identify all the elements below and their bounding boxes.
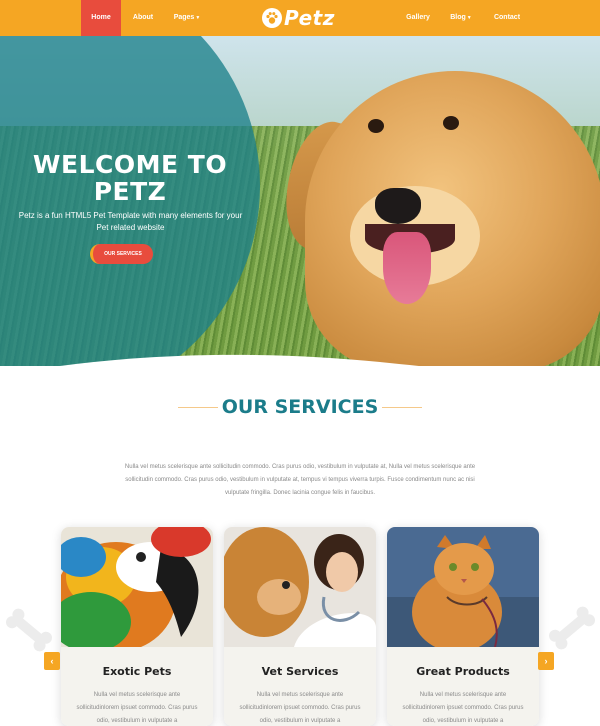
card-title: Exotic Pets xyxy=(102,665,172,678)
chevron-right-icon: › xyxy=(544,656,548,666)
service-card-exotic-pets[interactable]: Exotic Pets Nulla vel metus scelerisque … xyxy=(61,527,213,726)
nav-contact-label: Contact xyxy=(493,14,521,21)
nav-home-label: Home xyxy=(91,14,111,21)
hero-title-line2: PETZ xyxy=(93,177,167,206)
services-title: OUR SERVICES xyxy=(221,396,379,418)
logo-text: Petz xyxy=(284,6,335,30)
logo[interactable]: Petz xyxy=(262,4,335,32)
services-divider-right xyxy=(382,407,422,408)
nav-about[interactable]: About xyxy=(124,0,162,36)
chevron-left-icon: ‹ xyxy=(50,656,54,666)
card-title: Great Products xyxy=(416,665,510,678)
hero-title: WELCOME TO PETZ xyxy=(20,151,240,205)
parrot-image xyxy=(61,527,213,647)
service-card-vet-services[interactable]: Vet Services Nulla vel metus scelerisque… xyxy=(224,527,376,726)
hero-title-line1: WELCOME TO xyxy=(32,150,228,179)
dog-eye-left xyxy=(368,119,384,133)
nav-blog-label: Blog xyxy=(450,14,466,21)
our-services-button[interactable]: OUR SERVICES xyxy=(90,244,153,264)
service-card-great-products[interactable]: Great Products Nulla vel metus scelerisq… xyxy=(387,527,539,726)
card-text: Nulla vel metus scelerisque ante sollici… xyxy=(76,692,198,724)
card-title: Vet Services xyxy=(261,665,339,678)
caret-down-icon: ▼ xyxy=(466,15,472,21)
hero-wave-divider xyxy=(60,354,419,366)
services-header: OUR SERVICES xyxy=(0,393,600,421)
card-text: Nulla vel metus scelerisque ante sollici… xyxy=(402,692,524,724)
dog-eye-right xyxy=(443,116,459,130)
services-divider-left xyxy=(178,407,218,408)
bone-icon xyxy=(548,606,596,650)
caret-down-icon: ▼ xyxy=(195,15,201,21)
nav-pages-label: Pages xyxy=(173,14,195,21)
bone-icon xyxy=(5,608,53,652)
card-text: Nulla vel metus scelerisque ante sollici… xyxy=(239,692,361,724)
nav-contact[interactable]: Contact xyxy=(488,0,526,36)
nav-blog[interactable]: Blog▼ xyxy=(445,0,477,36)
nav-pages[interactable]: Pages▼ xyxy=(166,0,208,36)
top-navbar: Home About Pages▼ Petz Gallery Blog▼ Con… xyxy=(0,0,600,36)
carousel-prev-button[interactable]: ‹ xyxy=(44,652,60,670)
dog-tongue xyxy=(383,232,431,304)
cat-image xyxy=(387,527,539,647)
hero-subtitle: Petz is a fun HTML5 Pet Template with ma… xyxy=(18,211,243,232)
carousel-next-button[interactable]: › xyxy=(538,652,554,670)
dog-nose xyxy=(375,188,421,224)
services-description: Nulla vel metus scelerisque ante sollici… xyxy=(124,464,476,496)
paw-icon xyxy=(262,8,282,28)
nav-home[interactable]: Home xyxy=(81,0,121,36)
vet-with-dog-image xyxy=(224,527,376,647)
hero-section: WELCOME TO PETZ Petz is a fun HTML5 Pet … xyxy=(0,36,600,366)
nav-gallery[interactable]: Gallery xyxy=(398,0,438,36)
nav-gallery-label: Gallery xyxy=(406,14,430,21)
nav-about-label: About xyxy=(132,14,154,21)
